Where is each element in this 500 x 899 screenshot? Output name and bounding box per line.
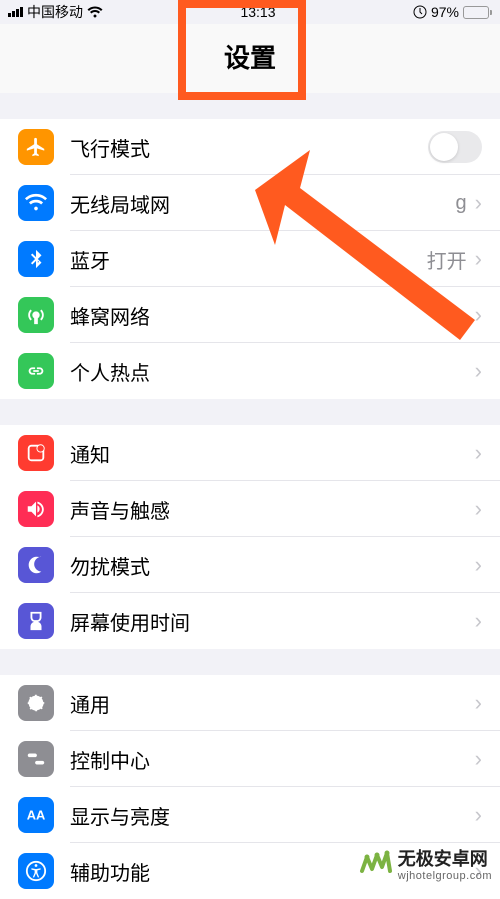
- watermark-main: 无极安卓网: [398, 850, 492, 870]
- general-icon: [18, 685, 54, 721]
- status-right: 97%: [413, 4, 492, 20]
- svg-text:AA: AA: [27, 808, 46, 823]
- battery-pct: 97%: [431, 4, 459, 20]
- row-label: 无线局域网: [70, 189, 456, 218]
- chevron-right-icon: ›: [475, 190, 482, 216]
- row-notifications[interactable]: 通知 ›: [0, 425, 500, 481]
- row-sounds[interactable]: 声音与触感 ›: [0, 481, 500, 537]
- carrier-label: 中国移动: [27, 2, 83, 22]
- bluetooth-icon: [18, 241, 54, 277]
- row-label: 勿扰模式: [70, 551, 475, 580]
- sounds-icon: [18, 491, 54, 527]
- airplane-toggle[interactable]: [428, 131, 482, 163]
- page-title: 设置: [0, 38, 500, 75]
- settings-group-notifications: 通知 › 声音与触感 › 勿扰模式 › 屏幕使用时间 ›: [0, 425, 500, 649]
- chevron-right-icon: ›: [475, 802, 482, 828]
- control-center-icon: [18, 741, 54, 777]
- row-label: 飞行模式: [70, 133, 428, 162]
- row-label: 通知: [70, 439, 475, 468]
- chevron-right-icon: ›: [475, 608, 482, 634]
- row-label: 控制中心: [70, 745, 475, 774]
- chevron-right-icon: ›: [475, 358, 482, 384]
- row-label: 显示与亮度: [70, 801, 475, 830]
- wifi-icon: [87, 6, 103, 18]
- rotation-lock-icon: [413, 5, 427, 19]
- row-wifi[interactable]: 无线局域网 g ›: [0, 175, 500, 231]
- display-icon: AA: [18, 797, 54, 833]
- accessibility-icon: [18, 853, 54, 889]
- row-label: 个人热点: [70, 357, 475, 386]
- row-airplane-mode[interactable]: 飞行模式: [0, 119, 500, 175]
- status-bar: 中国移动 13:13 97%: [0, 0, 500, 24]
- row-dnd[interactable]: 勿扰模式 ›: [0, 537, 500, 593]
- chevron-right-icon: ›: [475, 440, 482, 466]
- chevron-right-icon: ›: [475, 690, 482, 716]
- row-hotspot[interactable]: 个人热点 ›: [0, 343, 500, 399]
- row-general[interactable]: 通用 ›: [0, 675, 500, 731]
- dnd-icon: [18, 547, 54, 583]
- watermark: 无极安卓网 wjhotelgroup.com: [358, 849, 492, 883]
- row-control-center[interactable]: 控制中心 ›: [0, 731, 500, 787]
- status-left: 中国移动: [8, 2, 103, 22]
- screentime-icon: [18, 603, 54, 639]
- row-label: 声音与触感: [70, 495, 475, 524]
- chevron-right-icon: ›: [475, 746, 482, 772]
- notifications-icon: [18, 435, 54, 471]
- chevron-right-icon: ›: [475, 552, 482, 578]
- row-value: g: [456, 192, 467, 215]
- settings-group-connectivity: 飞行模式 无线局域网 g › 蓝牙 打开 › 蜂窝网络 › 个人热点 ›: [0, 119, 500, 399]
- battery-icon: [463, 6, 492, 19]
- row-display[interactable]: AA 显示与亮度 ›: [0, 787, 500, 843]
- signal-icon: [8, 7, 23, 17]
- chevron-right-icon: ›: [475, 302, 482, 328]
- cellular-icon: [18, 297, 54, 333]
- row-bluetooth[interactable]: 蓝牙 打开 ›: [0, 231, 500, 287]
- wifi-icon: [18, 185, 54, 221]
- row-label: 屏幕使用时间: [70, 607, 475, 636]
- row-cellular[interactable]: 蜂窝网络 ›: [0, 287, 500, 343]
- status-time: 13:13: [240, 4, 275, 20]
- row-screentime[interactable]: 屏幕使用时间 ›: [0, 593, 500, 649]
- row-label: 蜂窝网络: [70, 301, 475, 330]
- chevron-right-icon: ›: [475, 246, 482, 272]
- hotspot-icon: [18, 353, 54, 389]
- chevron-right-icon: ›: [475, 496, 482, 522]
- watermark-sub: wjhotelgroup.com: [398, 870, 492, 882]
- airplane-icon: [18, 129, 54, 165]
- watermark-logo-icon: [358, 849, 392, 883]
- row-label: 蓝牙: [70, 245, 427, 274]
- header: 设置: [0, 24, 500, 93]
- row-label: 通用: [70, 689, 475, 718]
- row-value: 打开: [427, 245, 467, 274]
